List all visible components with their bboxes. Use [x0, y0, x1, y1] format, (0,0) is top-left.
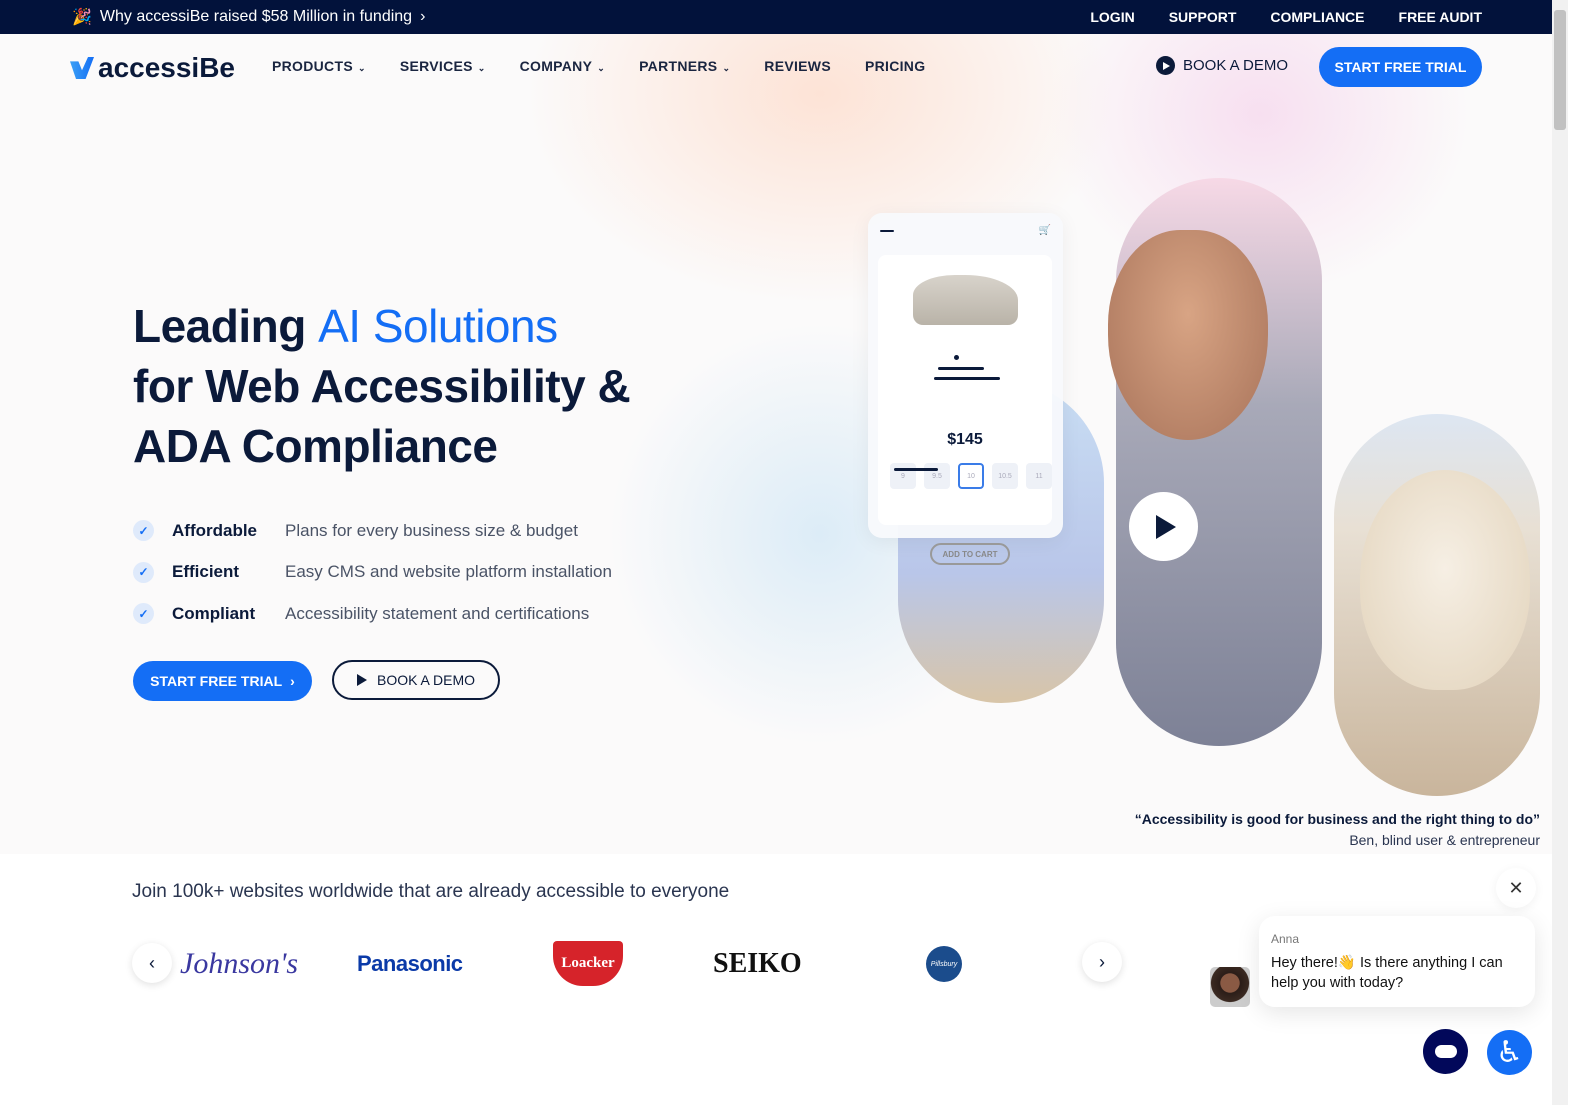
feature-item: ✓ Affordable Plans for every business size…: [133, 510, 612, 552]
nav-products[interactable]: PRODUCTS ⌄: [272, 58, 366, 74]
nav-company[interactable]: COMPANY ⌄: [520, 58, 605, 74]
announcement-bar: 🎉 Why accessiBe raised $58 Million in fun…: [0, 0, 1552, 34]
chevron-right-icon: ›: [420, 8, 426, 25]
brand-logo-loacker: Loacker: [553, 941, 623, 986]
hero-title: Leading AI Solutions for Web Accessibilit…: [133, 300, 631, 472]
nav-reviews[interactable]: REVIEWS: [764, 58, 831, 74]
check-icon: ✓: [133, 603, 154, 625]
chevron-down-icon: ⌄: [477, 63, 486, 73]
play-icon: [1156, 514, 1176, 539]
accessibility-widget-button[interactable]: ♿︎: [1487, 1030, 1532, 1075]
man-face-image: [1108, 230, 1268, 440]
book-demo-link[interactable]: BOOK A DEMO: [1156, 56, 1288, 75]
agent-avatar: [1210, 967, 1250, 1007]
free-audit-link[interactable]: FREE AUDIT: [1399, 9, 1482, 25]
cart-icon: 🛒: [1038, 225, 1051, 236]
chevron-down-icon: ⌄: [597, 63, 606, 73]
nav-services[interactable]: SERVICES ⌄: [400, 58, 486, 74]
feature-item: ✓ Efficient Easy CMS and website platform …: [133, 552, 612, 594]
chevron-right-icon: ›: [290, 673, 295, 689]
carousel-next-button[interactable]: ›: [1082, 942, 1122, 982]
close-chat-icon[interactable]: ✕: [1496, 868, 1536, 908]
chat-icon: [1434, 1045, 1457, 1058]
funding-link[interactable]: 🎉 Why accessiBe raised $58 Million in fun…: [72, 7, 425, 27]
hero-start-trial-button[interactable]: START FREE TRIAL ›: [133, 661, 312, 701]
accessibility-person-icon: ♿︎: [1496, 1036, 1523, 1069]
check-icon: ✓: [133, 561, 154, 583]
scrollbar[interactable]: [1552, 0, 1568, 1105]
start-free-trial-button[interactable]: START FREE TRIAL: [1319, 47, 1482, 87]
check-icon: ✓: [133, 520, 154, 542]
logo[interactable]: accessiBe: [70, 52, 235, 84]
support-link[interactable]: SUPPORT: [1169, 9, 1237, 25]
nav-partners[interactable]: PARTNERS ⌄: [639, 58, 730, 74]
play-icon: [356, 674, 367, 686]
shop-mockup: 🛒 $145 9 9.5 10 10.5 11 ADD TO CART: [868, 213, 1063, 565]
chevron-down-icon: ⌄: [357, 63, 366, 73]
chevron-down-icon: ⌄: [722, 63, 731, 73]
shoe-image: [913, 275, 1018, 325]
chat-bubble[interactable]: Anna Hey there!👋 Is there anything I can …: [1259, 916, 1535, 1007]
brand-logo-johnsons: Johnson's: [180, 947, 299, 980]
feature-list: ✓ Affordable Plans for every business size…: [133, 510, 612, 635]
brand-logo-pillsbury: Pillsbury: [926, 946, 962, 982]
feature-item: ✓ Compliant Accessibility statement and ce…: [133, 593, 612, 635]
compliance-link[interactable]: COMPLIANCE: [1270, 9, 1364, 25]
brand-logo-seiko: SEIKO: [713, 948, 802, 979]
carousel-prev-button[interactable]: ‹: [132, 943, 172, 983]
testimonial: “Accessibility is good for business and …: [1134, 811, 1540, 848]
chat-launcher-button[interactable]: [1423, 1029, 1468, 1074]
hero-book-demo-button[interactable]: BOOK A DEMO: [332, 660, 500, 700]
play-icon: [1156, 56, 1175, 75]
play-video-button[interactable]: [1129, 492, 1198, 561]
nav-pricing[interactable]: PRICING: [865, 58, 925, 74]
main-nav: accessiBe PRODUCTS ⌄ SERVICES ⌄ COMPANY ⌄ P…: [0, 34, 1552, 100]
logo-check-icon: [70, 57, 94, 79]
scrollbar-thumb[interactable]: [1554, 10, 1566, 130]
dog-face-image: [1360, 470, 1530, 690]
login-link[interactable]: LOGIN: [1090, 9, 1134, 25]
brands-heading: Join 100k+ websites worldwide that are a…: [132, 881, 730, 902]
brand-logo-panasonic: Panasonic: [357, 951, 463, 976]
party-popper-icon: 🎉: [72, 9, 92, 26]
